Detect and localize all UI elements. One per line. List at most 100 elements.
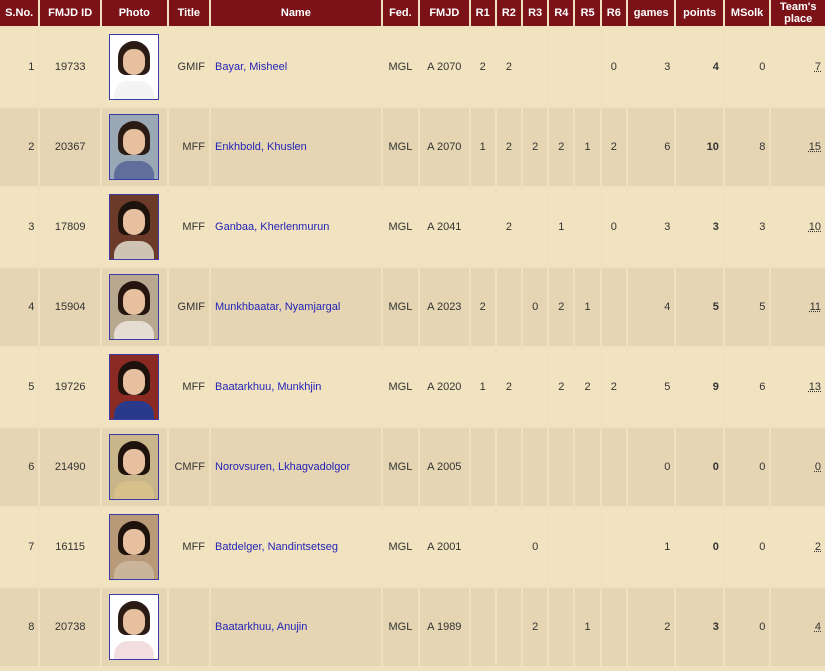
col-header-team-place[interactable]: Team's place — [771, 0, 825, 26]
cell-fmjd-id: 19726 — [40, 348, 100, 426]
col-header-r4[interactable]: R4 — [549, 0, 574, 26]
col-header-r5[interactable]: R5 — [575, 0, 600, 26]
cell-points: 3 — [676, 588, 723, 666]
cell-name: Batdelger, Nandintsetseg — [211, 508, 381, 586]
cell-name: Baatarkhuu, Anujin — [211, 588, 381, 666]
cell-r5 — [575, 508, 600, 586]
cell-sno: 1 — [0, 28, 39, 106]
cell-title: GMIF — [168, 268, 210, 346]
photo-body — [114, 481, 155, 499]
cell-r5 — [575, 188, 600, 266]
cell-r3: 0 — [523, 508, 548, 586]
team-place-link[interactable]: 0 — [815, 461, 821, 473]
photo-face — [123, 609, 146, 635]
cell-r1 — [470, 588, 495, 666]
player-name-link[interactable]: Ganbaa, Kherlenmurun — [215, 221, 329, 233]
col-header-r3[interactable]: R3 — [523, 0, 548, 26]
cell-r6: 0 — [601, 188, 626, 266]
col-header-fmjd[interactable]: FMJD — [420, 0, 469, 26]
player-photo[interactable] — [109, 194, 160, 260]
cell-msolk: 0 — [724, 508, 770, 586]
cell-photo — [101, 428, 167, 506]
cell-games: 1 — [627, 508, 675, 586]
cell-name: Enkhbold, Khuslen — [211, 108, 381, 186]
cell-team-place: 15 — [771, 108, 825, 186]
cell-r5: 1 — [575, 108, 600, 186]
table-row: 8 20738 Baatarkhuu, Anujin MGL A 1989 2 … — [0, 588, 825, 666]
col-header-sno[interactable]: S.No. — [0, 0, 39, 26]
cell-sno: 7 — [0, 508, 39, 586]
cell-fed: MGL — [382, 508, 419, 586]
player-photo[interactable] — [109, 514, 160, 580]
col-header-r6[interactable]: R6 — [601, 0, 626, 26]
cell-fmjd-id: 20367 — [40, 108, 100, 186]
team-place-link[interactable]: 13 — [809, 381, 821, 393]
cell-team-place: 13 — [771, 348, 825, 426]
cell-r4: 1 — [549, 188, 574, 266]
player-photo[interactable] — [109, 34, 160, 100]
cell-team-place: 0 — [771, 428, 825, 506]
team-place-link[interactable]: 10 — [809, 221, 821, 233]
photo-body — [114, 81, 155, 99]
team-place-link[interactable]: 4 — [815, 621, 821, 633]
table-row: 5 19726 MFF Baatarkhuu, Munkhjin MGL A 2… — [0, 348, 825, 426]
cell-fmjd-id: 21490 — [40, 428, 100, 506]
cell-msolk: 0 — [724, 428, 770, 506]
cell-points: 10 — [676, 108, 723, 186]
cell-fed: MGL — [382, 28, 419, 106]
player-name-link[interactable]: Munkhbaatar, Nyamjargal — [215, 301, 340, 313]
table-row: 6 21490 CMFF Norovsuren, Lkhagvadolgor M… — [0, 428, 825, 506]
player-photo[interactable] — [109, 594, 160, 660]
cell-msolk: 6 — [724, 348, 770, 426]
col-header-games[interactable]: games — [627, 0, 675, 26]
cell-title — [168, 588, 210, 666]
photo-body — [114, 401, 155, 419]
team-place-link[interactable]: 7 — [815, 61, 821, 73]
col-header-title[interactable]: Title — [168, 0, 210, 26]
cell-fmjd-rating: A 1989 — [420, 588, 469, 666]
cell-sno: 6 — [0, 428, 39, 506]
cell-sno: 5 — [0, 348, 39, 426]
col-header-r1[interactable]: R1 — [470, 0, 495, 26]
cell-r2: 2 — [496, 188, 522, 266]
col-header-msolk[interactable]: MSolk — [724, 0, 770, 26]
photo-face — [123, 289, 146, 315]
cell-r1 — [470, 188, 495, 266]
cell-r6: 2 — [601, 108, 626, 186]
cell-fmjd-rating: A 2041 — [420, 188, 469, 266]
player-name-link[interactable]: Baatarkhuu, Munkhjin — [215, 381, 321, 393]
cell-fed: MGL — [382, 428, 419, 506]
player-name-link[interactable]: Baatarkhuu, Anujin — [215, 621, 307, 633]
cell-r3: 2 — [523, 588, 548, 666]
player-photo[interactable] — [109, 274, 160, 340]
cell-team-place: 4 — [771, 588, 825, 666]
player-photo[interactable] — [109, 354, 160, 420]
cell-r2: 2 — [496, 348, 522, 426]
player-photo[interactable] — [109, 114, 160, 180]
cell-sno: 2 — [0, 108, 39, 186]
cell-msolk: 0 — [724, 28, 770, 106]
cell-photo — [101, 28, 167, 106]
cell-r6: 0 — [601, 28, 626, 106]
team-place-link[interactable]: 2 — [815, 541, 821, 553]
player-photo[interactable] — [109, 434, 160, 500]
team-place-link[interactable]: 11 — [810, 301, 821, 313]
col-header-fed[interactable]: Fed. — [382, 0, 419, 26]
cell-games: 4 — [627, 268, 675, 346]
col-header-points[interactable]: points — [676, 0, 723, 26]
cell-r6: 2 — [601, 348, 626, 426]
cell-name: Ganbaa, Kherlenmurun — [211, 188, 381, 266]
player-name-link[interactable]: Bayar, Misheel — [215, 61, 287, 73]
col-header-name[interactable]: Name — [211, 0, 381, 26]
player-name-link[interactable]: Norovsuren, Lkhagvadolgor — [215, 461, 350, 473]
cell-r2 — [496, 268, 522, 346]
cell-fmjd-rating: A 2070 — [420, 28, 469, 106]
player-name-link[interactable]: Batdelger, Nandintsetseg — [215, 541, 338, 553]
cell-games: 3 — [627, 28, 675, 106]
col-header-fmjd-id[interactable]: FMJD ID — [40, 0, 100, 26]
player-name-link[interactable]: Enkhbold, Khuslen — [215, 141, 307, 153]
team-place-link[interactable]: 15 — [809, 141, 821, 153]
cell-points: 4 — [676, 28, 723, 106]
cell-fmjd-id: 16115 — [40, 508, 100, 586]
col-header-r2[interactable]: R2 — [496, 0, 522, 26]
